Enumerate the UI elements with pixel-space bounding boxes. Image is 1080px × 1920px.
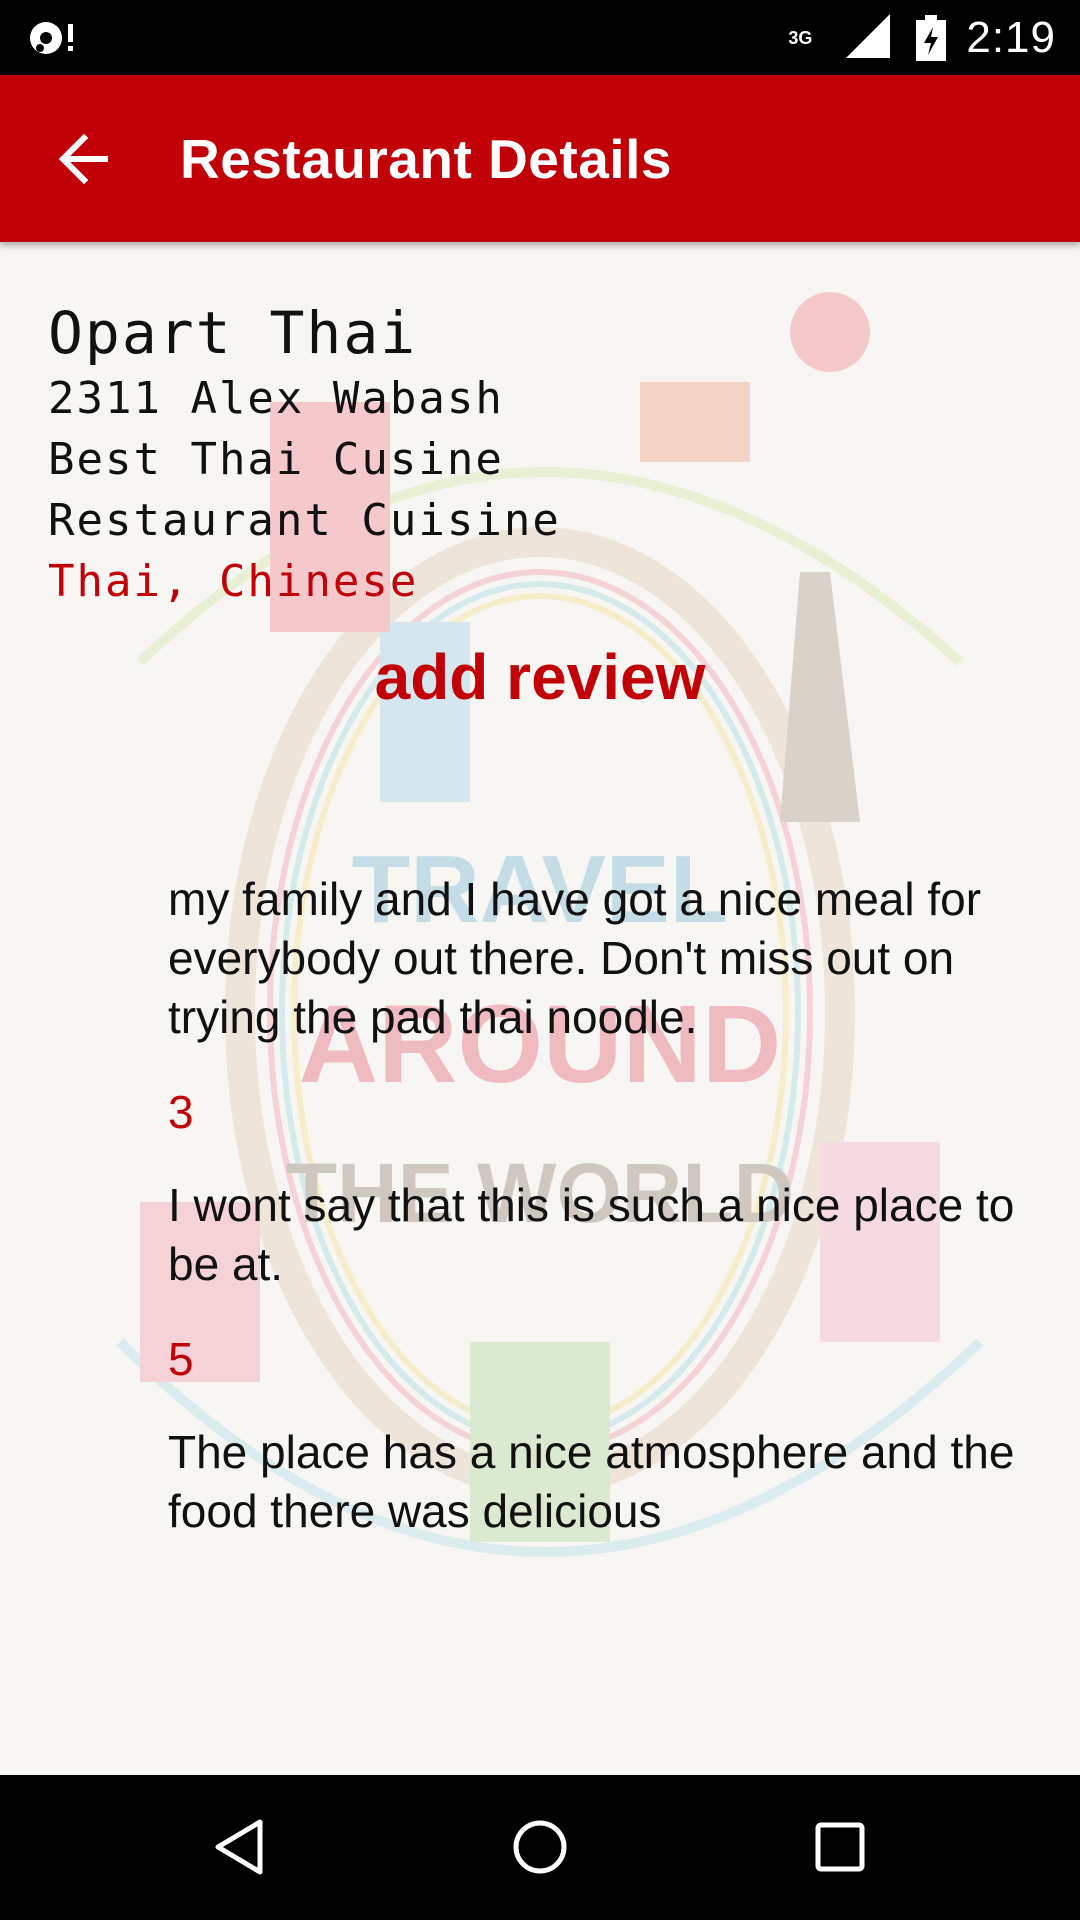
arrow-back-icon xyxy=(58,134,108,184)
signal-icon xyxy=(846,13,891,58)
nav-home-icon xyxy=(513,1820,567,1874)
review-rating: 3 xyxy=(168,1086,194,1138)
review-text: The place has a nice atmosphere and the … xyxy=(168,1426,1015,1537)
nav-home-button[interactable] xyxy=(504,1811,576,1883)
add-review-button[interactable]: add review xyxy=(0,640,1080,714)
clock: 2:19 xyxy=(966,12,1056,62)
restaurant-address: 2311 Alex Wabash xyxy=(48,373,504,424)
nav-recents-button[interactable] xyxy=(804,1811,876,1883)
back-button[interactable] xyxy=(44,123,124,195)
nav-recents-icon xyxy=(815,1822,865,1872)
review-rating: 5 xyxy=(168,1333,194,1385)
nav-back-button[interactable] xyxy=(204,1811,276,1883)
page-title: Restaurant Details xyxy=(180,128,672,190)
navigation-bar xyxy=(0,1775,1080,1920)
review-text: my family and I have got a nice meal for… xyxy=(168,873,982,1043)
sync-icon xyxy=(30,22,73,54)
reviews-list[interactable]: my family and I have got a nice meal for… xyxy=(168,870,1028,1541)
app-bar: Restaurant Details xyxy=(0,75,1080,242)
cuisine-label: Restaurant Cuisine xyxy=(48,495,561,546)
nav-back-icon xyxy=(215,1819,263,1875)
status-bar: 3G 2:19 xyxy=(0,0,1080,75)
status-indicators: 3G 2:19 xyxy=(788,0,1056,75)
restaurant-description: Best Thai Cusine xyxy=(48,434,504,485)
restaurant-info: Opart Thai 2311 Alex Wabash Best Thai Cu… xyxy=(48,298,561,612)
battery-charging-icon xyxy=(916,14,947,61)
cuisine-types: Thai, Chinese xyxy=(48,556,419,607)
restaurant-name: Opart Thai xyxy=(48,299,418,367)
network-type-label: 3G xyxy=(788,27,813,48)
restaurant-details-content[interactable]: TRAVEL AROUND THE WORLD Opart Thai 2311 … xyxy=(0,242,1080,1775)
review-text: I wont say that this is such a nice plac… xyxy=(168,1179,1015,1290)
